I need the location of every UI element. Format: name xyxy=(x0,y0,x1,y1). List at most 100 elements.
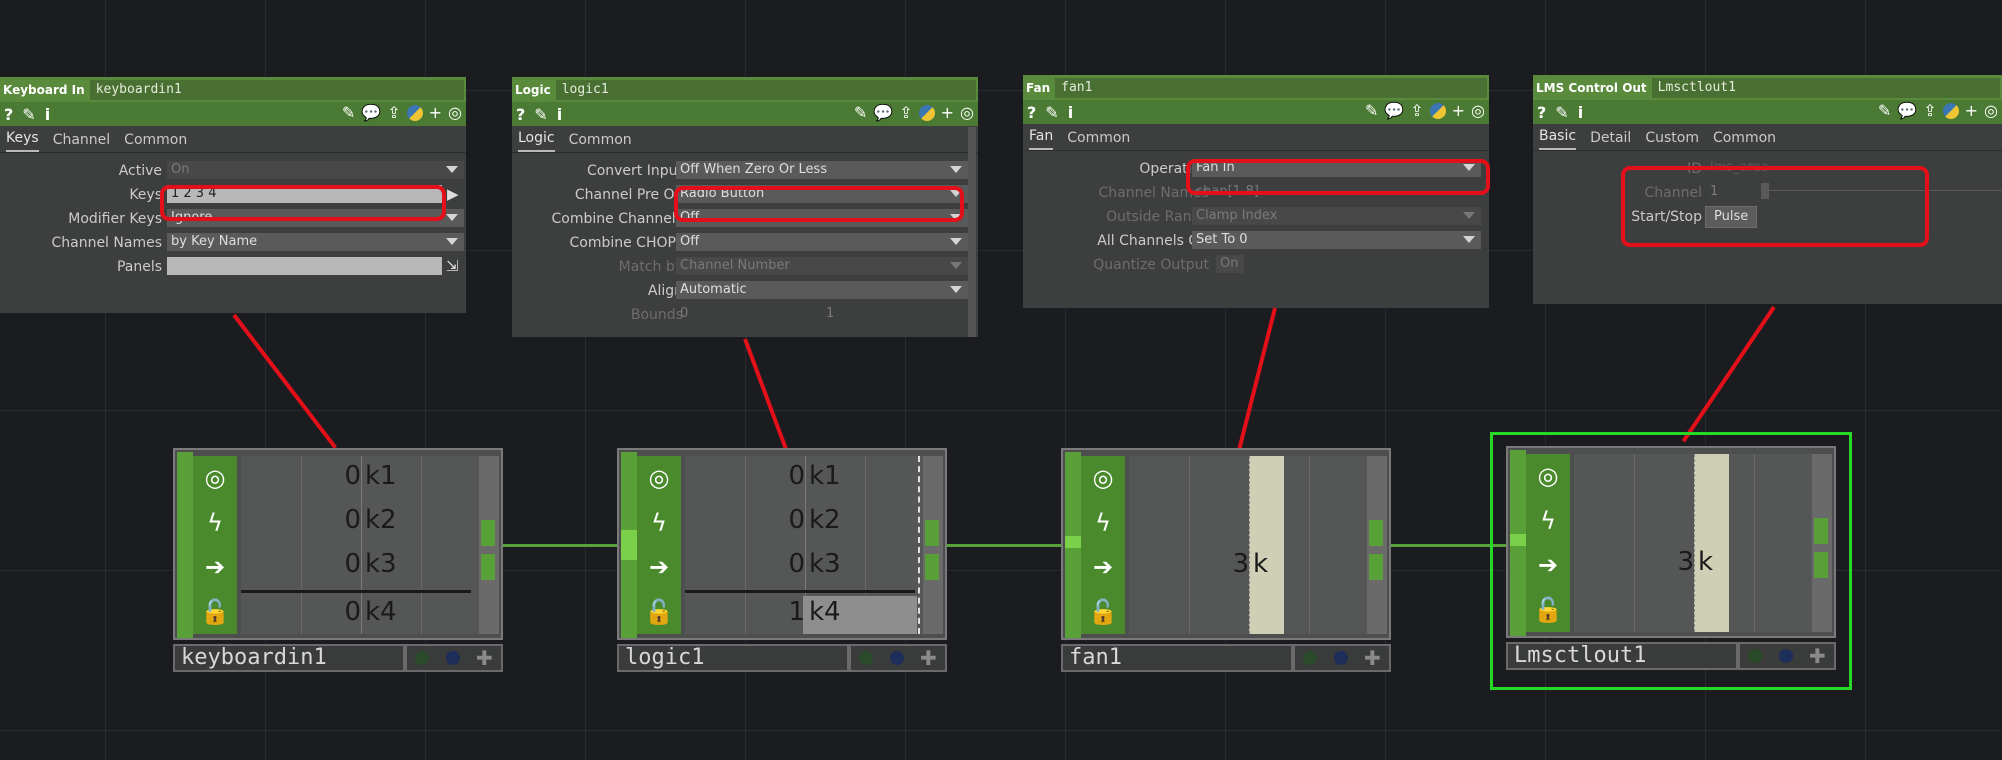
add-icon[interactable]: + xyxy=(429,103,442,122)
node-name-label[interactable]: fan1 xyxy=(1061,644,1293,672)
info-icon[interactable]: i xyxy=(1578,103,1583,122)
cook-arrow-icon[interactable]: ➔ xyxy=(1093,555,1113,579)
output-connector[interactable] xyxy=(481,554,495,580)
lock-icon[interactable]: 🔓 xyxy=(200,600,230,624)
target-icon[interactable]: ◎ xyxy=(960,103,974,122)
info-icon[interactable]: i xyxy=(45,105,50,124)
tab-common[interactable]: Common xyxy=(1067,130,1130,150)
python-edit-icon[interactable]: ✎ xyxy=(1555,103,1568,122)
render-flag-icon[interactable] xyxy=(889,651,904,665)
node-body[interactable]: ◎ ϟ ➔ 🔓 0 k1 0 k2 0 k3 1 k4 xyxy=(617,448,947,640)
output-connector[interactable] xyxy=(1369,520,1383,546)
pencil-icon[interactable]: ✎ xyxy=(342,103,355,122)
play-arrow-icon[interactable]: ▶ xyxy=(447,185,459,203)
pencil-icon[interactable]: ✎ xyxy=(1365,101,1378,120)
comment-icon[interactable]: 💬 xyxy=(1384,101,1404,120)
convert-input-menu[interactable]: Off When Zero Or Less xyxy=(676,161,968,179)
render-flag-icon[interactable] xyxy=(445,651,460,665)
cook-arrow-icon[interactable]: ➔ xyxy=(649,555,669,579)
render-flag-icon[interactable] xyxy=(1778,649,1793,663)
outside-range-menu[interactable]: Clamp Index xyxy=(1192,207,1481,225)
lock-icon[interactable]: 🔓 xyxy=(1533,598,1563,622)
expand-icon[interactable]: ✚ xyxy=(476,646,493,670)
expand-icon[interactable]: ✚ xyxy=(920,646,937,670)
display-flag-icon[interactable] xyxy=(859,651,874,665)
python-icon[interactable] xyxy=(918,104,935,121)
python-edit-icon[interactable]: ✎ xyxy=(22,105,35,124)
lock-icon[interactable]: 🔓 xyxy=(644,600,674,624)
comment-icon[interactable]: 💬 xyxy=(873,103,893,122)
tab-common[interactable]: Common xyxy=(569,132,632,152)
target-icon[interactable]: ◎ xyxy=(448,103,462,122)
output-connector[interactable] xyxy=(925,520,939,546)
align-menu[interactable]: Automatic xyxy=(676,281,968,299)
cook-arrow-icon[interactable]: ➔ xyxy=(1538,553,1558,577)
expand-icon[interactable]: ✚ xyxy=(1364,646,1381,670)
tab-basic[interactable]: Basic xyxy=(1539,128,1577,150)
expand-icon[interactable]: ✚ xyxy=(1809,644,1826,668)
python-icon[interactable] xyxy=(406,104,423,121)
bypass-icon[interactable]: ϟ xyxy=(651,511,667,535)
output-connector[interactable] xyxy=(925,554,939,580)
add-icon[interactable]: + xyxy=(1965,101,1978,120)
input-connector[interactable] xyxy=(1065,536,1081,548)
viewer-icon[interactable]: ◎ xyxy=(1538,464,1559,488)
tab-logic[interactable]: Logic xyxy=(518,130,555,152)
output-connector[interactable] xyxy=(1814,552,1828,578)
help-icon[interactable]: ? xyxy=(1027,103,1036,122)
tab-custom[interactable]: Custom xyxy=(1645,130,1699,150)
param-active-menu[interactable]: On xyxy=(167,161,464,179)
add-icon[interactable]: + xyxy=(1452,101,1465,120)
tab-detail[interactable]: Detail xyxy=(1590,130,1631,150)
node-wire[interactable] xyxy=(503,544,620,547)
help-icon[interactable]: ? xyxy=(4,105,13,124)
clone-icon[interactable]: ⇪ xyxy=(1923,101,1936,120)
bypass-icon[interactable]: ϟ xyxy=(207,511,223,535)
tab-channel[interactable]: Channel xyxy=(53,132,110,152)
node-wire[interactable] xyxy=(947,544,1064,547)
comment-icon[interactable]: 💬 xyxy=(361,103,381,122)
node-name-label[interactable]: Lmsctlout1 xyxy=(1506,642,1738,670)
node-body[interactable]: ◎ ϟ ➔ 🔓 0 k1 0 k2 0 k3 0 k4 xyxy=(173,448,503,640)
python-icon[interactable] xyxy=(1429,102,1446,119)
python-edit-icon[interactable]: ✎ xyxy=(534,105,547,124)
bypass-icon[interactable]: ϟ xyxy=(1095,511,1111,535)
pencil-icon[interactable]: ✎ xyxy=(1878,101,1891,120)
target-icon[interactable]: ◎ xyxy=(1471,101,1485,120)
op-name-field[interactable]: logic1 xyxy=(555,79,976,100)
info-icon[interactable]: i xyxy=(1068,103,1073,122)
node-name-label[interactable]: keyboardin1 xyxy=(173,644,405,672)
clone-icon[interactable]: ⇪ xyxy=(387,103,400,122)
bounds-max-field[interactable]: 1 xyxy=(822,305,922,323)
viewer-icon[interactable]: ◎ xyxy=(1093,466,1114,490)
python-icon[interactable] xyxy=(1942,102,1959,119)
output-connector[interactable] xyxy=(1369,554,1383,580)
output-connector[interactable] xyxy=(1814,518,1828,544)
panels-input[interactable] xyxy=(167,257,442,275)
tab-fan[interactable]: Fan xyxy=(1029,128,1054,150)
display-flag-icon[interactable] xyxy=(1303,651,1318,665)
op-name-field[interactable]: fan1 xyxy=(1055,77,1487,98)
node-name-label[interactable]: logic1 xyxy=(617,644,849,672)
display-flag-icon[interactable] xyxy=(415,651,430,665)
bypass-icon[interactable]: ϟ xyxy=(1540,509,1556,533)
add-icon[interactable]: + xyxy=(941,103,954,122)
help-icon[interactable]: ? xyxy=(1537,103,1546,122)
tab-common[interactable]: Common xyxy=(1713,130,1776,150)
clone-icon[interactable]: ⇪ xyxy=(1410,101,1423,120)
input-connector[interactable] xyxy=(621,530,637,560)
node-body[interactable]: ◎ ϟ ➔ 🔓 3k xyxy=(1061,448,1391,640)
op-name-field[interactable]: Lmsctlout1 xyxy=(1651,77,2000,98)
cook-arrow-icon[interactable]: ➔ xyxy=(205,555,225,579)
output-connector[interactable] xyxy=(481,520,495,546)
lock-icon[interactable]: 🔓 xyxy=(1088,600,1118,624)
op-name-field[interactable]: keyboardin1 xyxy=(89,79,464,100)
tab-keys[interactable]: Keys xyxy=(6,130,39,152)
match-by-menu[interactable]: Channel Number xyxy=(676,257,968,275)
all-channels-off-menu[interactable]: Set To 0 xyxy=(1192,231,1481,249)
quantize-output-toggle[interactable]: On xyxy=(1216,255,1244,273)
help-icon[interactable]: ? xyxy=(516,105,525,124)
python-edit-icon[interactable]: ✎ xyxy=(1045,103,1058,122)
render-flag-icon[interactable] xyxy=(1333,651,1348,665)
target-icon[interactable]: ◎ xyxy=(1984,101,1998,120)
